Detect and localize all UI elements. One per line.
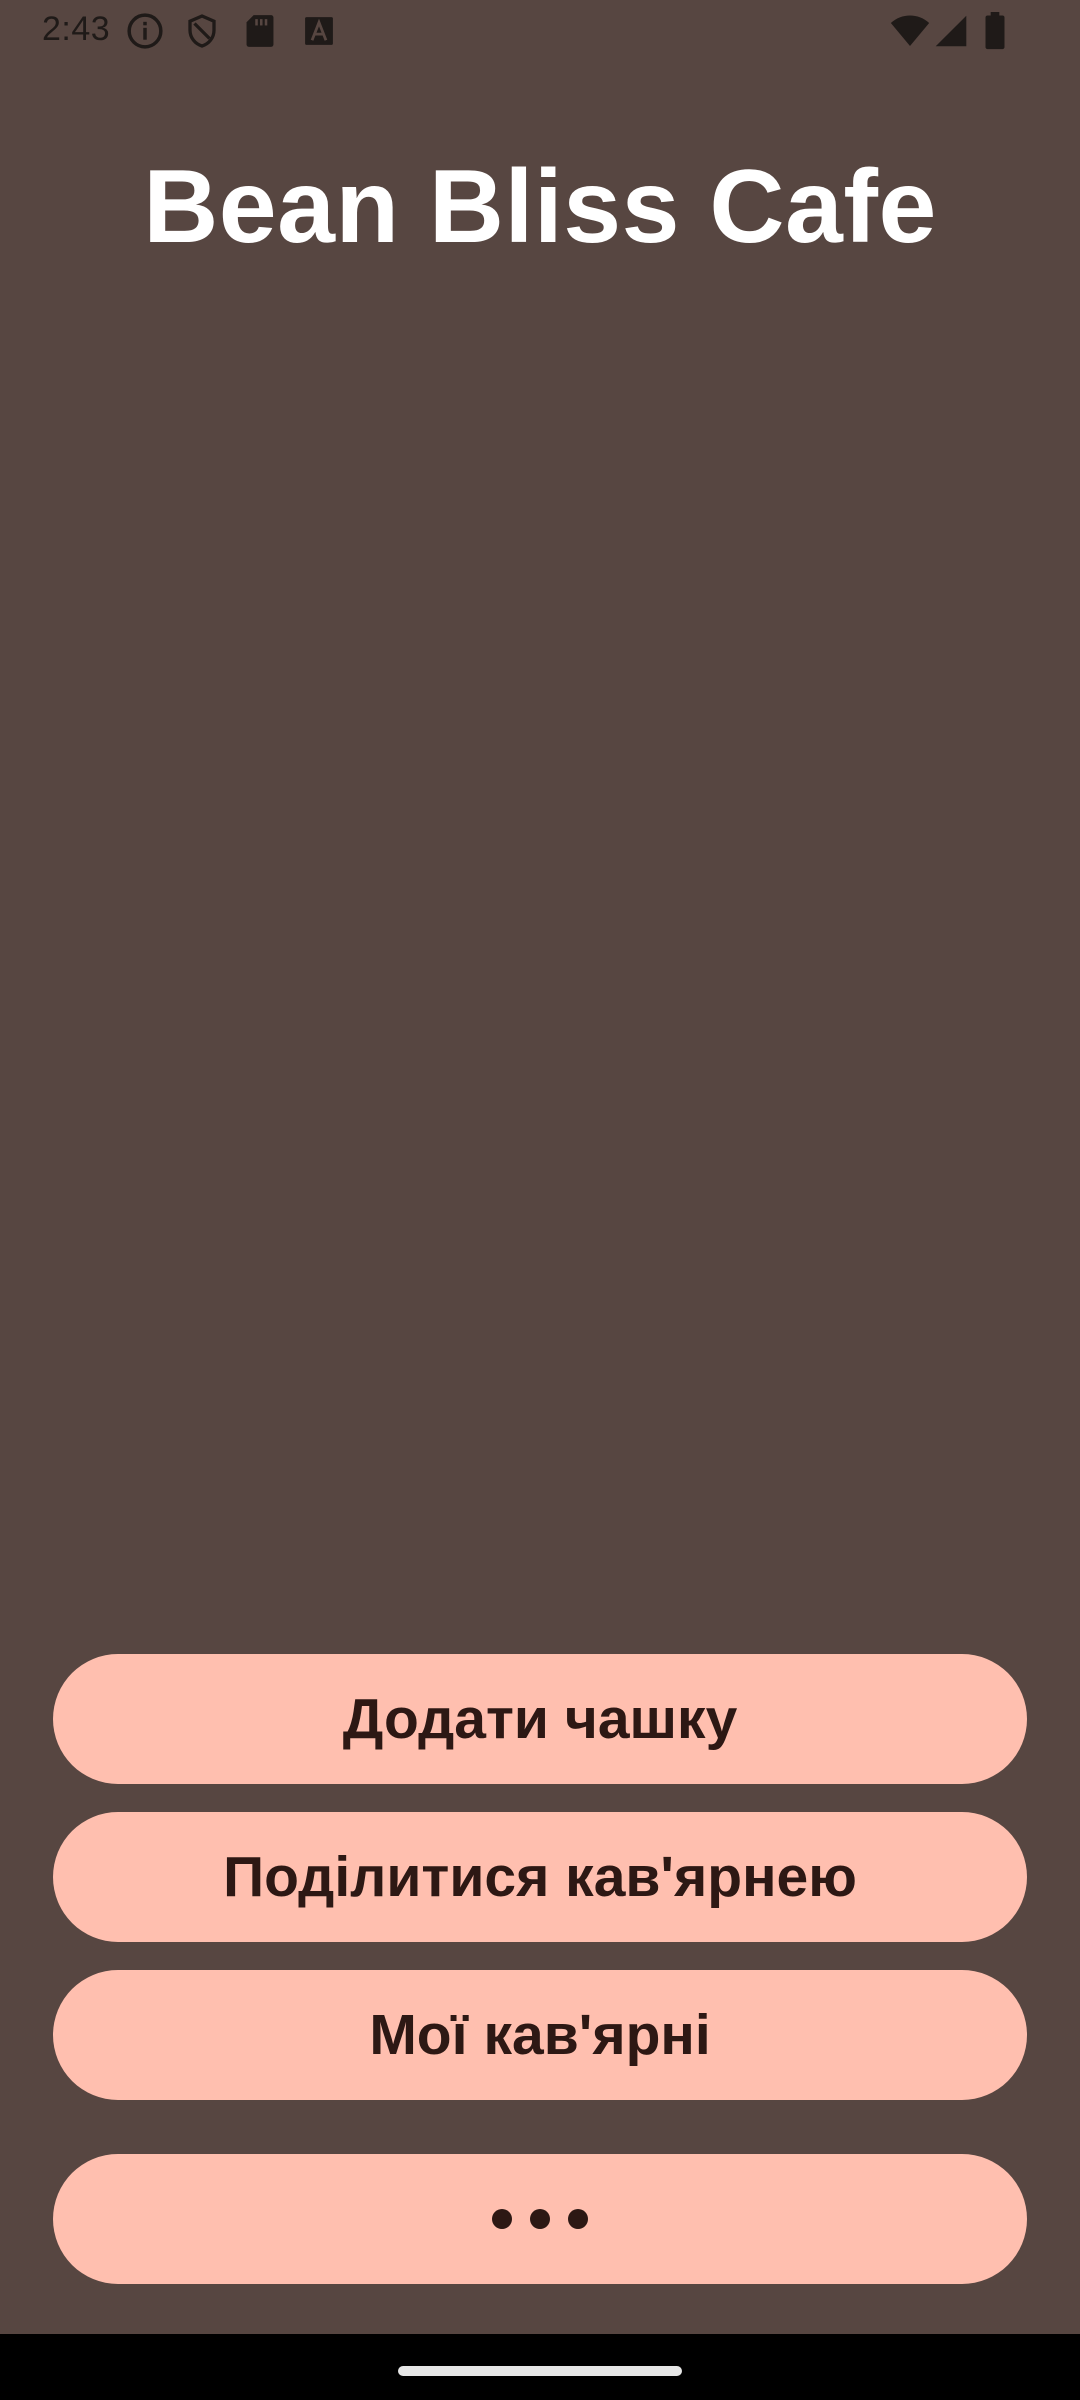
page-title: Bean Bliss Cafe [143,149,937,265]
cell-signal-icon [935,15,967,47]
shield-icon [188,14,216,48]
font-a-icon [305,17,333,45]
status-time: 2:43 [42,10,111,48]
dot [530,2209,550,2229]
share-cafe-button[interactable]: Поділитися кав'ярнею [53,1812,1027,1942]
wifi-icon [890,15,930,46]
more-horizontal-icon [492,2209,588,2229]
my-cafes-button[interactable]: Мої кав'ярні [53,1970,1027,2100]
add-cup-button[interactable]: Додати чашку [53,1654,1027,1784]
status-bar: 2:43 [0,0,1080,62]
more-options-button[interactable] [53,2154,1027,2284]
battery-icon [985,12,1005,50]
dot [568,2209,588,2229]
info-icon [127,13,163,49]
dot [492,2209,512,2229]
gesture-handle[interactable] [398,2366,682,2376]
sd-card-icon [246,15,274,47]
app-screen: 2:43 Bean Bliss Cafe Додати чашку Поділи… [0,0,1080,2334]
